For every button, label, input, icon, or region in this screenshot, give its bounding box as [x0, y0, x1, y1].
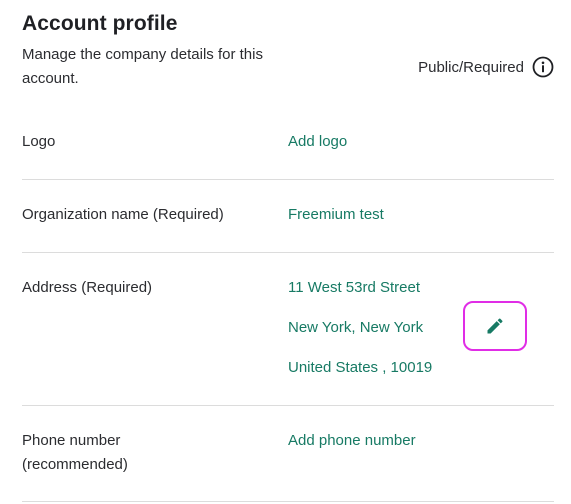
edit-address-button[interactable] — [463, 301, 527, 351]
phone-number-label-line2: (recommended) — [22, 456, 128, 473]
page-subtitle: Manage the company details for this acco… — [22, 46, 263, 87]
pencil-icon — [485, 316, 505, 336]
organization-name-value: Freemium test — [288, 206, 384, 223]
address-line-1: 11 West 53rd Street — [288, 279, 421, 296]
divider — [22, 179, 554, 180]
divider — [22, 405, 554, 406]
add-phone-number-link[interactable]: Add phone number — [288, 429, 416, 453]
divider — [22, 252, 554, 253]
logo-label: Logo — [22, 133, 56, 150]
address-label: Address (Required) — [22, 279, 153, 296]
info-icon[interactable] — [532, 56, 554, 78]
add-logo-link[interactable]: Add logo — [288, 130, 347, 154]
account-profile-page: { "header": { "title": "Account profile"… — [0, 0, 571, 504]
address-line-2: New York, New York — [288, 319, 424, 336]
divider — [22, 501, 554, 502]
public-required-label: Public/Required — [418, 58, 524, 76]
public-required-legend: Public/Required — [418, 56, 554, 78]
phone-number-label-line1: Phone number — [22, 432, 121, 449]
phone-number-label: Phone number (recommended) — [22, 429, 128, 477]
organization-name-label: Organization name (Required) — [22, 206, 224, 223]
address-line-3: United States , 10019 — [288, 359, 433, 376]
page-title: Account profile — [22, 12, 178, 35]
